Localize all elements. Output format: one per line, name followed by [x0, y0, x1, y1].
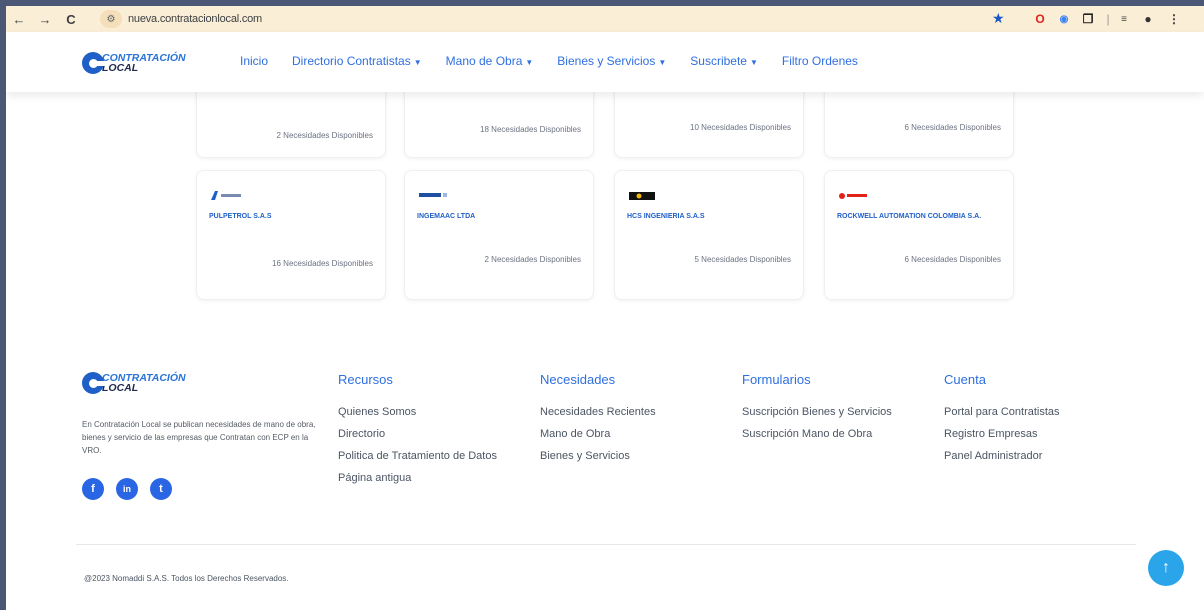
card-needs-count: 18 Necesidades Disponibles	[480, 125, 581, 134]
facebook-icon[interactable]: f	[82, 478, 104, 500]
address-bar[interactable]: ⚙ nueva.contratacionlocal.com	[96, 9, 1026, 29]
footer-title-formularios: Formularios	[742, 372, 811, 387]
linkedin-icon[interactable]: in	[116, 478, 138, 500]
footer-link[interactable]: Directorio	[338, 428, 385, 440]
footer-divider	[76, 544, 1136, 545]
card-needs-count: 6 Necesidades Disponibles	[904, 123, 1002, 132]
footer-title-recursos: Recursos	[338, 372, 393, 387]
card-needs-count: 2 Necesidades Disponibles	[276, 131, 374, 140]
extension-icon[interactable]: ◉	[1056, 11, 1072, 27]
opera-icon[interactable]: O	[1032, 11, 1048, 27]
card-needs-count: 5 Necesidades Disponibles	[694, 255, 792, 264]
menu-item-inicio[interactable]: Inicio	[240, 54, 268, 68]
footer-link[interactable]: Panel Administrador	[944, 450, 1042, 462]
footer-title-necesidades: Necesidades	[540, 372, 616, 387]
logo-mark-icon	[82, 52, 106, 74]
logo-mark-icon	[82, 372, 106, 394]
bookmark-star-icon[interactable]: ★	[992, 10, 1005, 27]
forward-icon[interactable]: →	[32, 6, 58, 32]
footer-link[interactable]: Suscripción Mano de Obra	[742, 428, 872, 440]
twitter-icon[interactable]: t	[150, 478, 172, 500]
site-info-icon[interactable]: ⚙	[100, 10, 122, 28]
footer-link[interactable]: Bienes y Servicios	[540, 450, 630, 462]
scroll-to-top-button[interactable]: ↑	[1148, 550, 1184, 586]
contractor-card[interactable]: INGEMAAC LTDA 2 Necesidades Disponibles	[404, 170, 594, 300]
card-needs-count: 2 Necesidades Disponibles	[484, 255, 582, 264]
toolbar-separator: |	[1106, 12, 1110, 26]
main-menu: Inicio Directorio Contratistas ▼ Mano de …	[240, 54, 882, 68]
menu-item-suscribete[interactable]: Suscribete ▼	[690, 54, 758, 68]
footer-title-cuenta: Cuenta	[944, 372, 986, 387]
company-logo	[417, 189, 453, 199]
browser-toolbar: ← → C ⚙ nueva.contratacionlocal.com ★ O …	[6, 6, 1204, 32]
puzzle-icon[interactable]: ❒	[1080, 11, 1096, 27]
footer-link[interactable]: Registro Empresas	[944, 428, 1038, 440]
browser-window: ← → C ⚙ nueva.contratacionlocal.com ★ O …	[6, 6, 1204, 610]
footer-link[interactable]: Página antigua	[338, 472, 411, 484]
card-needs-count: 6 Necesidades Disponibles	[904, 255, 1002, 264]
menu-item-directorio[interactable]: Directorio Contratistas ▼	[292, 54, 422, 68]
footer-link[interactable]: Portal para Contratistas	[944, 406, 1060, 418]
company-name[interactable]: PULPETROL S.A.S	[209, 211, 379, 223]
footer-link[interactable]: Mano de Obra	[540, 428, 610, 440]
contractor-card[interactable]: PULPETROL S.A.S 16 Necesidades Disponibl…	[196, 170, 386, 300]
company-logo	[209, 189, 245, 200]
company-name[interactable]: HCS INGENIERIA S.A.S	[627, 211, 797, 223]
company-name[interactable]: ROCKWELL AUTOMATION COLOMBIA S.A.	[837, 211, 1007, 223]
card-needs-count: 16 Necesidades Disponibles	[272, 259, 373, 268]
menu-kebab-icon[interactable]: ⋮	[1166, 11, 1182, 27]
company-name[interactable]: INGEMAAC LTDA	[417, 211, 587, 223]
card-needs-count: 10 Necesidades Disponibles	[690, 123, 791, 132]
chevron-down-icon: ▼	[413, 58, 422, 67]
footer-link[interactable]: Quienes Somos	[338, 406, 416, 418]
footer-logo[interactable]: CONTRATACIÓN LOCAL	[82, 372, 186, 394]
contractor-card[interactable]: ROCKWELL AUTOMATION COLOMBIA S.A. 6 Nece…	[824, 170, 1014, 300]
extension-icon-2[interactable]: ≡	[1116, 11, 1132, 27]
url-text[interactable]: nueva.contratacionlocal.com	[128, 13, 262, 25]
back-icon[interactable]: ←	[6, 6, 32, 32]
footer-link[interactable]: Politica de Tratamiento de Datos	[338, 450, 497, 462]
menu-item-bienes-servicios[interactable]: Bienes y Servicios ▼	[557, 54, 666, 68]
profile-icon[interactable]: ●	[1140, 11, 1156, 27]
logo-text-line2: LOCAL	[102, 382, 139, 394]
contractor-card[interactable]: HCS INGENIERIA S.A.S 5 Necesidades Dispo…	[614, 170, 804, 300]
chevron-down-icon: ▼	[749, 58, 758, 67]
footer-link[interactable]: Necesidades Recientes	[540, 406, 656, 418]
company-logo	[627, 189, 663, 200]
menu-item-filtro-ordenes[interactable]: Filtro Ordenes	[782, 54, 858, 68]
chevron-down-icon: ▼	[525, 58, 534, 67]
logo-text-line2: LOCAL	[102, 62, 139, 74]
chevron-down-icon: ▼	[658, 58, 667, 67]
site-header: CONTRATACIÓN LOCAL Inicio Directorio Con…	[6, 32, 1204, 92]
site-logo[interactable]: CONTRATACIÓN LOCAL	[82, 52, 186, 74]
reload-icon[interactable]: C	[58, 6, 84, 32]
copyright-text: @2023 Nomaddi S.A.S. Todos los Derechos …	[84, 574, 289, 583]
menu-item-mano-de-obra[interactable]: Mano de Obra ▼	[446, 54, 534, 68]
footer-description: En Contratación Local se publican necesi…	[82, 420, 316, 455]
footer-link[interactable]: Suscripción Bienes y Servicios	[742, 406, 892, 418]
company-logo	[837, 189, 873, 199]
